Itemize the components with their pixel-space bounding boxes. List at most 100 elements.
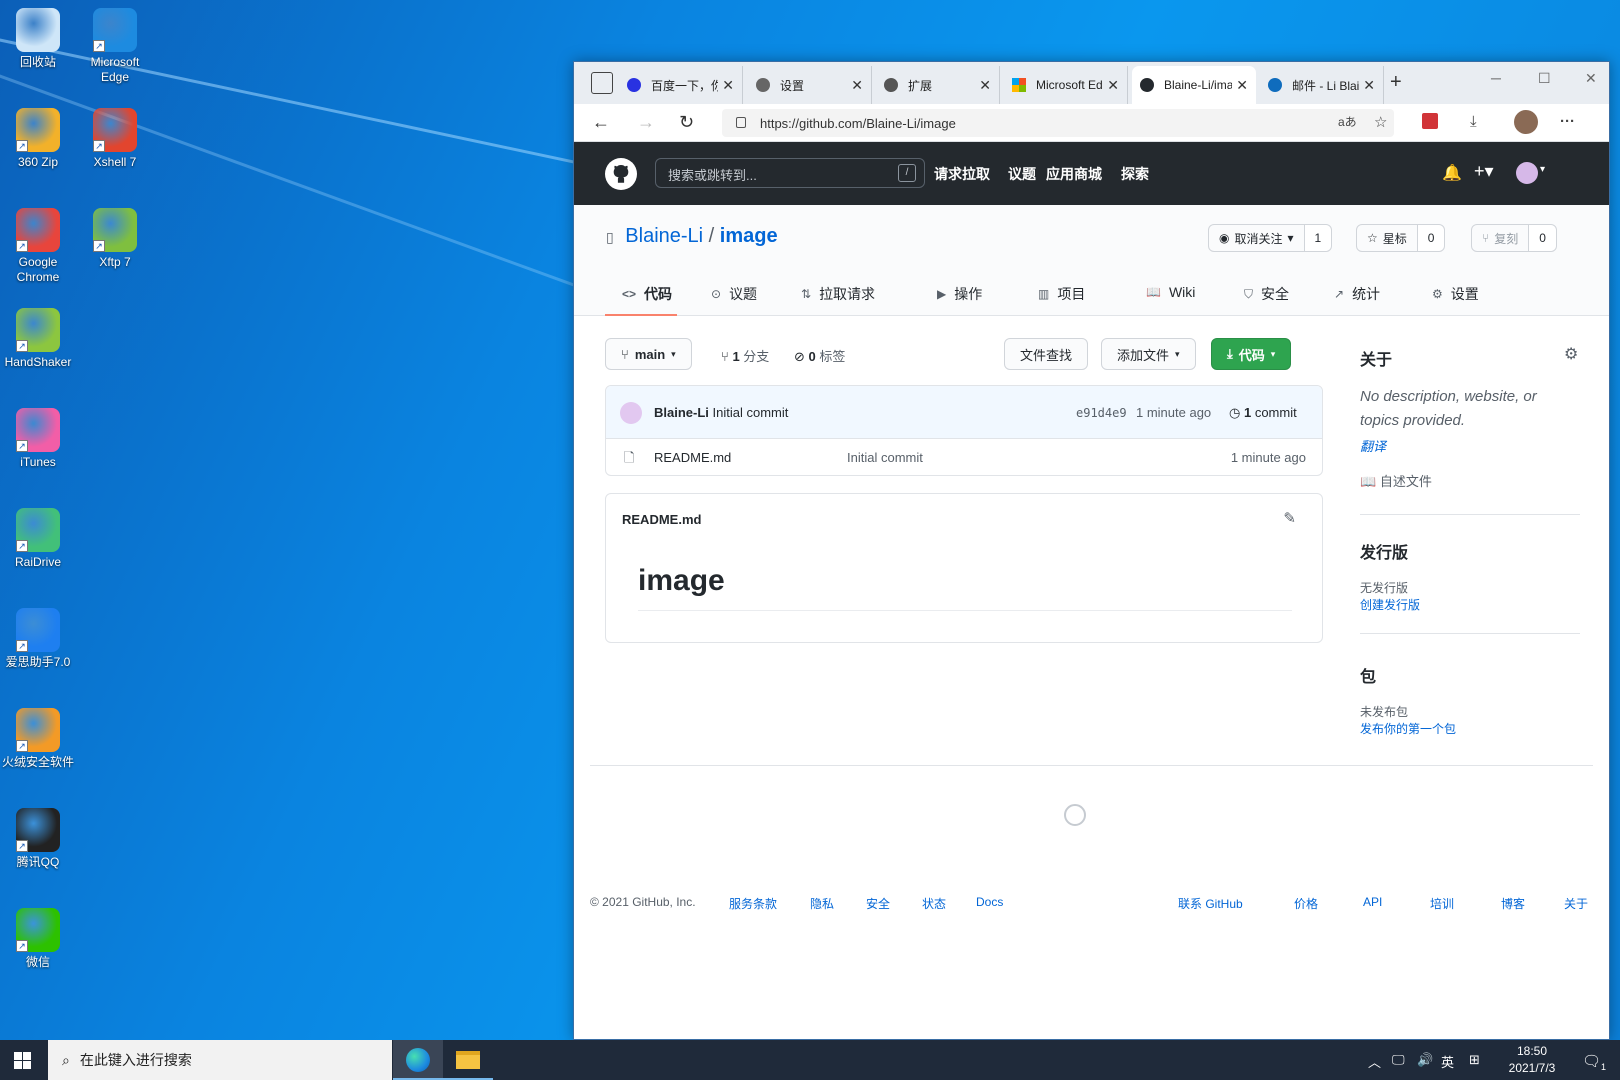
code-download-button[interactable]: ⤓ 代码 ▾ — [1211, 338, 1292, 370]
repo-tab[interactable]: ⊙ 议题 — [711, 284, 757, 304]
browser-tab[interactable]: Microsoft Edge ✕ — [1004, 66, 1128, 104]
desktop-icon-xshell[interactable]: ↗ Xshell 7 — [78, 108, 152, 170]
ime-grid-icon[interactable]: ⊞ — [1469, 1052, 1480, 1068]
chevron-down-icon[interactable]: ▾ — [1540, 164, 1545, 175]
edit-pencil-icon[interactable]: ✎ — [1283, 509, 1296, 527]
browser-tab[interactable]: 设置 ✕ — [748, 66, 872, 104]
repo-tab[interactable]: <> 代码 — [622, 284, 672, 304]
desktop-icon-chrome[interactable]: ↗ Google Chrome — [1, 208, 75, 285]
network-icon[interactable]: 🖵 — [1392, 1052, 1405, 1068]
repo-tab[interactable]: 📖 Wiki — [1146, 284, 1195, 300]
url-field[interactable]: https://github.com/Blaine-Li/image — [722, 109, 1394, 137]
readme-link[interactable]: 📖 自述文件 — [1360, 471, 1432, 490]
desktop-icon-itunes[interactable]: ↗ iTunes — [1, 408, 75, 470]
browser-tab[interactable]: 邮件 - Li Blaine✕ — [1260, 66, 1384, 104]
file-commit-message[interactable]: Initial commit — [847, 450, 923, 465]
watch-button[interactable]: ◉ 取消关注 ▾ 1 — [1208, 224, 1333, 252]
refresh-icon[interactable]: ↻ — [679, 112, 694, 133]
fork-button[interactable]: ⑂ 复刻 0 — [1471, 224, 1557, 252]
forward-icon[interactable]: → — [637, 112, 655, 133]
desktop-icon-i4-assistant[interactable]: ↗ 爱思助手7.0 — [1, 608, 75, 670]
repo-tab[interactable]: ⚙ 设置 — [1432, 284, 1479, 304]
desktop-icon-xftp[interactable]: ↗ Xftp 7 — [78, 208, 152, 270]
browser-tab[interactable]: 扩展 ✕ — [876, 66, 1000, 104]
commit-author-link[interactable]: Blaine-Li — [654, 405, 709, 420]
show-hidden-icons-chevron-icon[interactable]: ︿ — [1368, 1052, 1381, 1071]
footer-link[interactable]: API — [1363, 895, 1382, 909]
tab-close-icon[interactable]: ✕ — [1107, 77, 1119, 94]
footer-link[interactable]: 服务条款 — [729, 895, 777, 912]
volume-icon[interactable]: 🔊 — [1417, 1052, 1433, 1068]
downloads-icon[interactable]: ⤓ — [1470, 113, 1477, 130]
file-name-link[interactable]: README.md — [654, 450, 731, 465]
footer-link[interactable]: 联系 GitHub — [1178, 895, 1243, 912]
footer-link[interactable]: 培训 — [1430, 895, 1454, 912]
input-method-indicator[interactable]: 英 — [1441, 1052, 1454, 1071]
repo-tab[interactable]: ⇅ 拉取请求 — [801, 284, 875, 304]
publish-package-link[interactable]: 发布你的第一个包 — [1360, 720, 1456, 737]
branches-link[interactable]: ⑂ 1 分支 — [721, 346, 769, 365]
find-file-button[interactable]: 文件查找 — [1004, 338, 1089, 370]
repo-tab[interactable]: ▶ 操作 — [937, 284, 982, 304]
tab-close-icon[interactable]: ✕ — [1363, 77, 1375, 94]
footer-link[interactable]: 博客 — [1501, 895, 1525, 912]
desktop-icon-raidrive[interactable]: ↗ RaiDrive — [1, 508, 75, 570]
browser-tab[interactable]: 百度一下，你 ✕ — [619, 66, 743, 104]
tab-close-icon[interactable]: ✕ — [722, 77, 734, 94]
github-logo-icon[interactable] — [605, 158, 637, 190]
tab-actions-icon[interactable] — [591, 72, 613, 94]
footer-link[interactable]: 隐私 — [810, 895, 834, 912]
user-avatar[interactable] — [1516, 162, 1538, 184]
desktop-icon-zip-archive[interactable]: ↗ 360 Zip — [1, 108, 75, 170]
about-settings-gear-icon[interactable]: ⚙ — [1564, 344, 1578, 364]
translate-icon[interactable]: aあ — [1338, 113, 1357, 130]
notification-bell-icon[interactable]: 🔔 — [1442, 163, 1462, 183]
browser-tab[interactable]: Blaine-Li/image✕ — [1132, 66, 1256, 104]
desktop-icon-qq-penguin[interactable]: ↗ 腾讯QQ — [1, 808, 75, 870]
footer-link[interactable]: Docs — [976, 895, 1003, 909]
branch-selector[interactable]: ⑂ main ▾ — [605, 338, 692, 370]
repo-tab[interactable]: ↗ 统计 — [1334, 284, 1380, 304]
commit-message-link[interactable]: Initial commit — [713, 405, 789, 420]
file-row[interactable]: 🗋 README.md Initial commit 1 minute ago — [606, 439, 1322, 475]
github-search-input[interactable]: 搜索或跳转到... / — [655, 158, 925, 188]
favorites-star-icon[interactable]: ☆ — [1374, 113, 1387, 131]
footer-link[interactable]: 状态 — [922, 895, 946, 912]
github-nav-link[interactable]: 探索 — [1121, 164, 1149, 184]
tab-close-icon[interactable]: ✕ — [979, 77, 991, 94]
github-nav-link[interactable]: 议题 — [1008, 164, 1036, 184]
add-file-button[interactable]: 添加文件 ▾ — [1101, 338, 1196, 370]
translate-link[interactable]: 翻译 — [1360, 436, 1386, 455]
footer-link[interactable]: 关于 — [1564, 895, 1588, 912]
back-icon[interactable]: ← — [592, 112, 610, 133]
profile-avatar[interactable] — [1514, 110, 1538, 134]
footer-link[interactable]: 价格 — [1294, 895, 1318, 912]
github-nav-link[interactable]: 请求拉取 — [934, 164, 990, 184]
repo-name-link[interactable]: image — [720, 225, 778, 247]
github-nav-link[interactable]: 应用商城 — [1046, 164, 1102, 184]
taskbar-edge-button[interactable] — [393, 1040, 443, 1080]
create-new-plus-icon[interactable]: +▾ — [1474, 161, 1494, 182]
taskbar-explorer-button[interactable] — [443, 1040, 493, 1080]
notification-center-icon[interactable]: 🗨1 — [1582, 1052, 1606, 1072]
commit-history-link[interactable]: ◷ 1 commit — [1229, 405, 1297, 421]
repo-tab[interactable]: ⛉ 安全 — [1244, 284, 1289, 304]
desktop-icon-android[interactable]: ↗ HandShaker — [1, 308, 75, 370]
repo-tab[interactable]: ▥ 项目 — [1038, 284, 1085, 304]
desktop-icon-recycle-bin[interactable]: 回收站 — [1, 8, 75, 70]
desktop-icon-wechat[interactable]: ↗ 微信 — [1, 908, 75, 970]
close-window-button[interactable]: ✕ — [1585, 70, 1597, 87]
desktop-icon-huorong-flame[interactable]: ↗ 火绒安全软件 — [1, 708, 75, 770]
create-release-link[interactable]: 创建发行版 — [1360, 596, 1420, 613]
commit-sha-link[interactable]: e91d4e9 — [1076, 406, 1127, 420]
new-tab-button[interactable]: + — [1390, 71, 1402, 94]
taskbar-search-box[interactable]: ⌕ 在此键入进行搜索 — [48, 1040, 392, 1080]
extension-icon[interactable] — [1422, 113, 1438, 129]
clock[interactable]: 18:50 2021/7/3 — [1500, 1043, 1564, 1077]
tags-link[interactable]: ⊘ 0 标签 — [794, 346, 845, 365]
star-button[interactable]: ☆ 星标 0 — [1356, 224, 1446, 252]
minimize-button[interactable]: ─ — [1491, 70, 1501, 86]
desktop-icon-edge[interactable]: ↗ Microsoft Edge — [78, 8, 152, 85]
github-footer-logo-icon[interactable] — [1064, 804, 1086, 826]
footer-link[interactable]: 安全 — [866, 895, 890, 912]
